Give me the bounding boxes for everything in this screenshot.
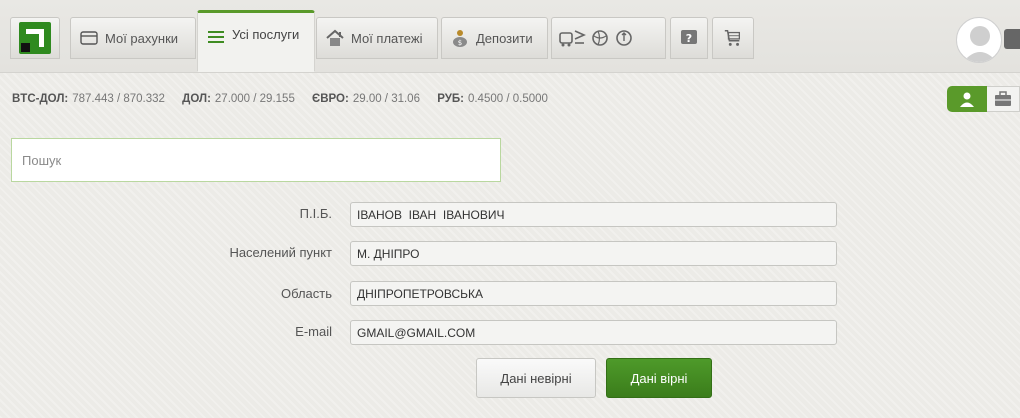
ball-icon xyxy=(590,28,610,48)
rate-item: РУБ: 0.4500 / 0.5000 xyxy=(437,93,548,105)
tab-transport[interactable] xyxy=(551,17,666,59)
data-correct-button[interactable]: Дані вірні xyxy=(606,358,712,398)
rate-item: BTC-ДОЛ: 787.443 / 870.332 xyxy=(12,93,165,105)
train-plane-icon xyxy=(558,28,586,48)
phone-dial-icon xyxy=(614,28,634,48)
list-icon xyxy=(206,27,226,47)
person-icon xyxy=(960,92,974,107)
tab-deposits[interactable]: $ Депозити xyxy=(441,17,548,59)
tab-all-services[interactable]: Усі послуги xyxy=(197,10,315,72)
user-silhouette-icon xyxy=(963,26,997,62)
user-avatar[interactable] xyxy=(956,17,1002,63)
tab-label: Депозити xyxy=(476,30,533,46)
cart-icon xyxy=(723,28,743,48)
account-mode-toggle xyxy=(947,86,1020,112)
region-field[interactable] xyxy=(350,281,837,306)
help-icon: ? xyxy=(679,28,699,48)
email-field[interactable] xyxy=(350,320,837,345)
house-icon xyxy=(325,28,345,48)
exchange-rates: BTC-ДОЛ: 787.443 / 870.332 ДОЛ: 27.000 / 2… xyxy=(12,93,562,105)
email-label: E-mail xyxy=(295,324,332,339)
rate-item: ЄВРО: 29.00 / 31.06 xyxy=(312,93,420,105)
card-icon xyxy=(79,28,99,48)
logout-icon[interactable] xyxy=(1004,29,1020,49)
rate-item: ДОЛ: 27.000 / 29.155 xyxy=(182,93,295,105)
business-mode-button[interactable] xyxy=(987,86,1020,112)
tab-my-accounts[interactable]: Мої рахунки xyxy=(70,17,196,59)
search-input[interactable] xyxy=(11,138,501,182)
region-label: Область xyxy=(280,286,332,301)
tab-label: Мої рахунки xyxy=(105,30,179,46)
fullname-label: П.І.Б. xyxy=(299,206,332,221)
tab-label: Мої платежі xyxy=(351,30,423,46)
svg-text:?: ? xyxy=(686,32,692,45)
city-field[interactable] xyxy=(350,241,837,266)
tab-help[interactable]: ? xyxy=(670,17,708,59)
top-navigation: Мої рахунки Усі послуги Мої платежі $ Де… xyxy=(0,0,1020,73)
briefcase-icon xyxy=(995,91,1011,106)
city-label: Населений пункт xyxy=(229,245,332,260)
data-incorrect-button[interactable]: Дані невірні xyxy=(476,358,596,398)
tab-cart[interactable] xyxy=(712,17,754,59)
logo-tab[interactable] xyxy=(10,17,60,59)
privat-logo-icon xyxy=(19,22,51,54)
money-bag-icon: $ xyxy=(450,28,470,48)
fullname-field[interactable] xyxy=(350,202,837,227)
personal-mode-button[interactable] xyxy=(947,86,987,112)
tab-my-payments[interactable]: Мої платежі xyxy=(316,17,438,59)
tab-label: Усі послуги xyxy=(232,27,300,42)
svg-text:$: $ xyxy=(458,39,462,47)
